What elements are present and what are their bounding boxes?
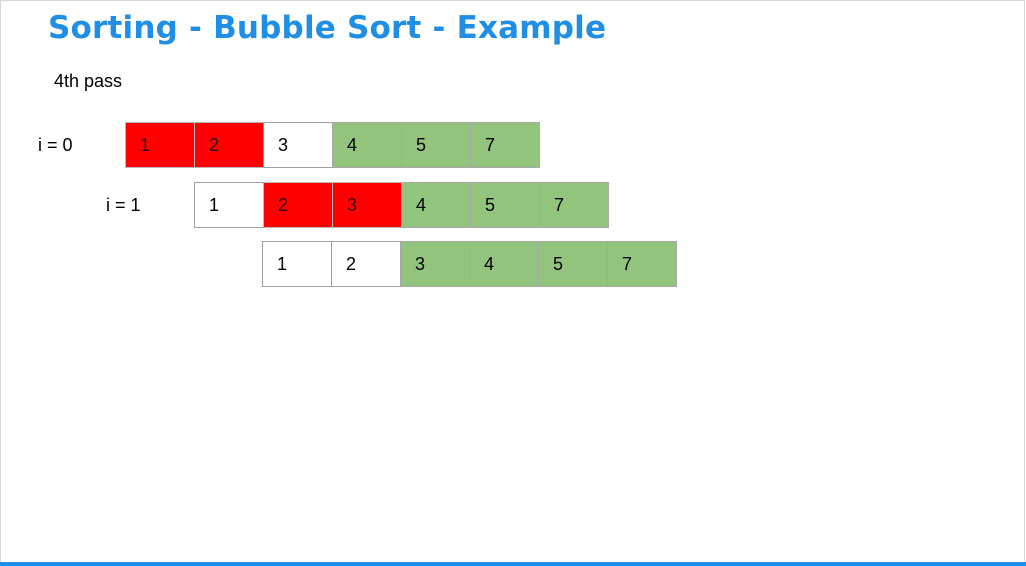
array-row-i1: 1 2 3 4 5 7 [194,182,609,228]
array-cell: 5 [401,122,471,168]
bottom-accent-bar [0,562,1026,566]
slide-title: Sorting - Bubble Sort - Example [48,10,607,46]
array-cell: 3 [332,182,402,228]
array-cell: 1 [194,182,264,228]
array-cell: 3 [263,122,333,168]
row-label-i0: i = 0 [38,135,73,155]
array-cell: 2 [194,122,264,168]
array-cell: 4 [401,182,471,228]
array-cell: 4 [469,241,539,287]
array-row-i0: 1 2 3 4 5 7 [125,122,540,168]
array-cell: 2 [263,182,333,228]
array-cell: 7 [470,122,540,168]
array-row-result: 1 2 3 4 5 7 [262,241,677,287]
array-cell: 1 [262,241,332,287]
array-cell: 7 [607,241,677,287]
array-cell: 5 [538,241,608,287]
array-cell: 1 [125,122,195,168]
array-cell: 2 [331,241,401,287]
array-cell: 4 [332,122,402,168]
pass-label: 4th pass [54,71,123,91]
array-cell: 7 [539,182,609,228]
array-cell: 3 [400,241,470,287]
array-cell: 5 [470,182,540,228]
row-label-i1: i = 1 [106,195,141,215]
